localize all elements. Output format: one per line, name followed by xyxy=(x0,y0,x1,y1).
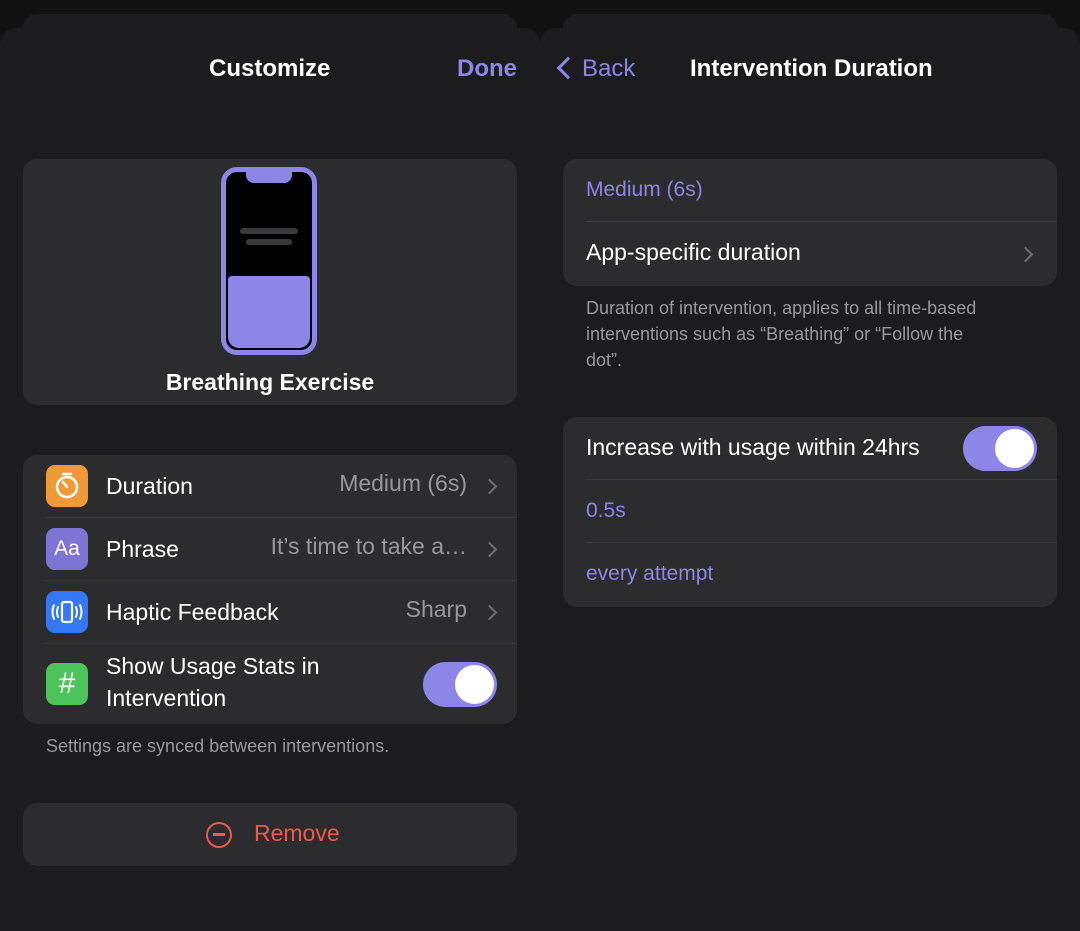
remove-button[interactable]: Remove xyxy=(23,803,517,866)
duration-description-line1: Duration of intervention, applies to all… xyxy=(586,298,977,318)
chevron-right-icon xyxy=(481,541,498,558)
phrase-row[interactable]: Aa Phrase It’s time to take a… xyxy=(23,518,517,581)
back-button[interactable]: Back xyxy=(552,54,662,84)
intervention-duration-title: Intervention Duration xyxy=(690,55,933,82)
increase-with-usage-card: Increase with usage within 24hrs 0.5s ev… xyxy=(563,417,1057,607)
text-aa-icon: Aa xyxy=(46,528,88,570)
duration-row[interactable]: Duration Medium (6s) xyxy=(23,455,517,518)
chevron-right-icon xyxy=(481,604,498,621)
settings-list: Duration Medium (6s) Aa Phrase It’s time… xyxy=(23,455,517,724)
show-usage-stats-label-line2: Intervention xyxy=(106,685,227,711)
done-button[interactable]: Done xyxy=(457,57,517,81)
remove-label: Remove xyxy=(254,820,340,846)
app-specific-duration-row[interactable]: App-specific duration xyxy=(563,222,1057,286)
selected-duration-row[interactable]: Medium (6s) xyxy=(563,159,1057,222)
phone-preview-icon xyxy=(221,167,317,355)
haptic-feedback-row[interactable]: Haptic Feedback Sharp xyxy=(23,581,517,644)
increase-with-usage-toggle[interactable] xyxy=(963,426,1037,471)
increase-frequency-row[interactable]: every attempt xyxy=(563,543,1057,607)
minus-circle-icon xyxy=(206,822,232,848)
duration-options-card: Medium (6s) App-specific duration xyxy=(563,159,1057,286)
intervention-duration-sheet: Back Intervention Duration Medium (6s) A… xyxy=(540,28,1080,931)
phrase-value: It’s time to take a… xyxy=(270,533,467,559)
increase-with-usage-label: Increase with usage within 24hrs xyxy=(586,434,920,460)
haptic-feedback-value: Sharp xyxy=(405,596,467,622)
phrase-label: Phrase xyxy=(106,536,179,562)
duration-value: Medium (6s) xyxy=(339,470,467,496)
selected-duration-value: Medium (6s) xyxy=(586,178,703,201)
back-label: Back xyxy=(582,55,636,82)
increase-amount-value: 0.5s xyxy=(586,499,626,522)
chevron-right-icon xyxy=(481,478,498,495)
haptic-vibration-icon xyxy=(46,591,88,633)
show-usage-stats-row: # Show Usage Stats in Intervention xyxy=(23,644,517,724)
intervention-name: Breathing Exercise xyxy=(165,369,375,395)
intervention-preview-card: Breathing Exercise xyxy=(23,159,517,405)
customize-title: Customize xyxy=(209,55,331,82)
show-usage-stats-toggle[interactable] xyxy=(423,662,497,707)
show-usage-stats-label-line1: Show Usage Stats in xyxy=(106,653,320,679)
duration-label: Duration xyxy=(106,473,193,499)
increase-amount-row[interactable]: 0.5s xyxy=(563,480,1057,543)
chevron-left-icon xyxy=(556,56,580,80)
settings-sync-note: Settings are synced between intervention… xyxy=(46,736,390,756)
increase-with-usage-row: Increase with usage within 24hrs xyxy=(563,417,1057,480)
customize-sheet: Customize Done Breathing Exercise Durati… xyxy=(0,28,540,931)
duration-description-line3: dot”. xyxy=(586,350,623,370)
hashtag-icon: # xyxy=(46,663,88,705)
haptic-feedback-label: Haptic Feedback xyxy=(106,599,279,625)
chevron-right-icon xyxy=(1017,246,1034,263)
timer-icon xyxy=(46,465,88,507)
duration-description-line2: interventions such as “Breathing” or “Fo… xyxy=(586,324,964,344)
app-specific-duration-label: App-specific duration xyxy=(586,239,801,265)
increase-frequency-value: every attempt xyxy=(586,562,714,585)
